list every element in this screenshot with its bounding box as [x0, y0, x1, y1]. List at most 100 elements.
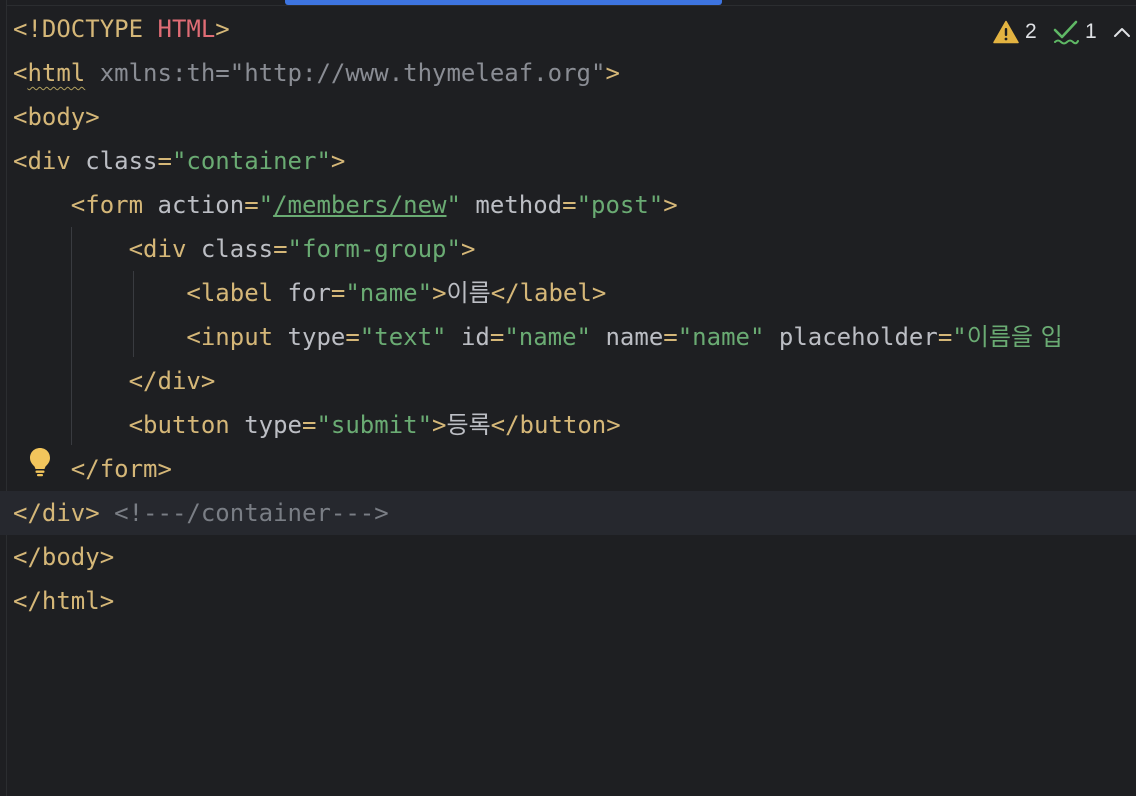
code-token: placeholder [778, 323, 938, 351]
code-token: <form [70, 191, 158, 219]
code-token: " [952, 323, 967, 351]
code-token: = [489, 323, 505, 351]
code-line-text: <button type="submit">등록</button> [13, 403, 621, 447]
code-token: = [345, 323, 360, 351]
code-token: > [330, 147, 346, 175]
code-token: <button [128, 411, 245, 439]
code-token: = [937, 323, 953, 351]
code-token: <!---/container---> [114, 499, 389, 527]
code-token: type [244, 411, 302, 439]
code-line[interactable]: <html xmlns:th="http://www.thymeleaf.org… [0, 51, 1136, 95]
code-token: "name" [345, 279, 433, 307]
code-token: </div> [128, 367, 216, 395]
code-token: < [13, 59, 28, 87]
code-token: for [287, 279, 331, 307]
code-line-text: <div class="form-group"> [13, 227, 476, 271]
code-token: = [244, 191, 259, 219]
code-line[interactable]: <div class="form-group"> [0, 227, 1136, 271]
typo-check-icon [1053, 19, 1079, 45]
code-token: "form-group" [287, 235, 461, 263]
code-line[interactable]: <label for="name">이름</label> [0, 271, 1136, 315]
code-token: "text" [359, 323, 447, 351]
code-line-text: </body> [13, 535, 114, 579]
code-token: id [460, 323, 490, 351]
typos-indicator[interactable]: 1 [1053, 14, 1097, 50]
code-token: > [663, 191, 678, 219]
code-token: action [157, 191, 245, 219]
code-token: "post" [576, 191, 664, 219]
lightbulb-icon[interactable] [27, 446, 53, 478]
code-token: > [432, 279, 447, 307]
code-line[interactable]: <body> [0, 95, 1136, 139]
code-editor[interactable]: <!DOCTYPE HTML> <html xmlns:th="http://ww… [0, 0, 1136, 796]
code-line-text: </div> [13, 359, 216, 403]
code-token: <body> [13, 103, 100, 131]
code-token: class [200, 235, 274, 263]
code-token: class [85, 147, 158, 175]
code-token: > [605, 59, 620, 87]
warnings-indicator[interactable]: 2 [993, 14, 1037, 50]
code-token: name [605, 323, 664, 351]
code-token: = [157, 147, 172, 175]
code-token: "container" [171, 147, 331, 175]
code-token: /members/new [273, 191, 447, 219]
editor-top-border [0, 5, 1136, 6]
code-line[interactable]: <form action="/members/new" method="post… [0, 183, 1136, 227]
code-token: </form> [70, 455, 172, 483]
code-line-text: <html xmlns:th="http://www.thymeleaf.org… [13, 51, 620, 95]
code-token: > [432, 411, 447, 439]
code-line[interactable]: <!DOCTYPE HTML> [0, 7, 1136, 51]
code-line[interactable]: </div> [0, 359, 1136, 403]
code-token: = [273, 235, 288, 263]
code-line-text: </html> [13, 579, 114, 623]
code-token: html [27, 59, 86, 87]
code-token: = [330, 279, 346, 307]
code-token: " [258, 191, 274, 219]
collapse-inspections-button[interactable] [1112, 14, 1132, 50]
code-line[interactable]: </div> <!---/container---> [0, 491, 1136, 535]
code-token: " [446, 191, 461, 219]
code-token: "name" [677, 323, 765, 351]
warning-triangle-icon [993, 20, 1019, 44]
code-token: > [215, 15, 230, 43]
code-line-text: <label for="name">이름</label> [13, 271, 606, 315]
code-token: 이름 [446, 279, 491, 307]
code-line-text: <div class="container"> [13, 139, 345, 183]
code-line[interactable]: <button type="submit">등록</button> [0, 403, 1136, 447]
code-token: </body> [13, 543, 115, 571]
chevron-up-icon [1112, 25, 1132, 39]
typos-count: 1 [1085, 20, 1097, 43]
code-token: > [460, 235, 476, 263]
code-token: <div [13, 147, 86, 175]
code-token: <div [128, 235, 201, 263]
code-line-text: <input type="text" id="name" name="name"… [13, 315, 1062, 359]
code-token: = [301, 411, 317, 439]
code-token: = [562, 191, 577, 219]
code-token: <label [186, 279, 288, 307]
code-line[interactable]: <div class="container"> [0, 139, 1136, 183]
code-token: HTML [157, 15, 216, 43]
code-line[interactable]: <input type="text" id="name" name="name"… [0, 315, 1136, 359]
code-line[interactable]: </html> [0, 579, 1136, 623]
code-token: </html> [13, 587, 115, 615]
code-token: type [287, 323, 346, 351]
code-line-text: </div> <!---/container---> [13, 491, 389, 535]
code-token: <input [186, 323, 288, 351]
indent-guide-form-group [133, 271, 134, 357]
indent-guide-form [71, 227, 72, 445]
code-line[interactable]: </form> [0, 447, 1136, 491]
code-token: "submit" [316, 411, 433, 439]
code-line-text: <form action="/members/new" method="post… [13, 183, 678, 227]
code-line[interactable]: </body> [0, 535, 1136, 579]
code-token: 등록 [446, 411, 491, 439]
code-token: </label> [490, 279, 607, 307]
code-token: = [663, 323, 678, 351]
